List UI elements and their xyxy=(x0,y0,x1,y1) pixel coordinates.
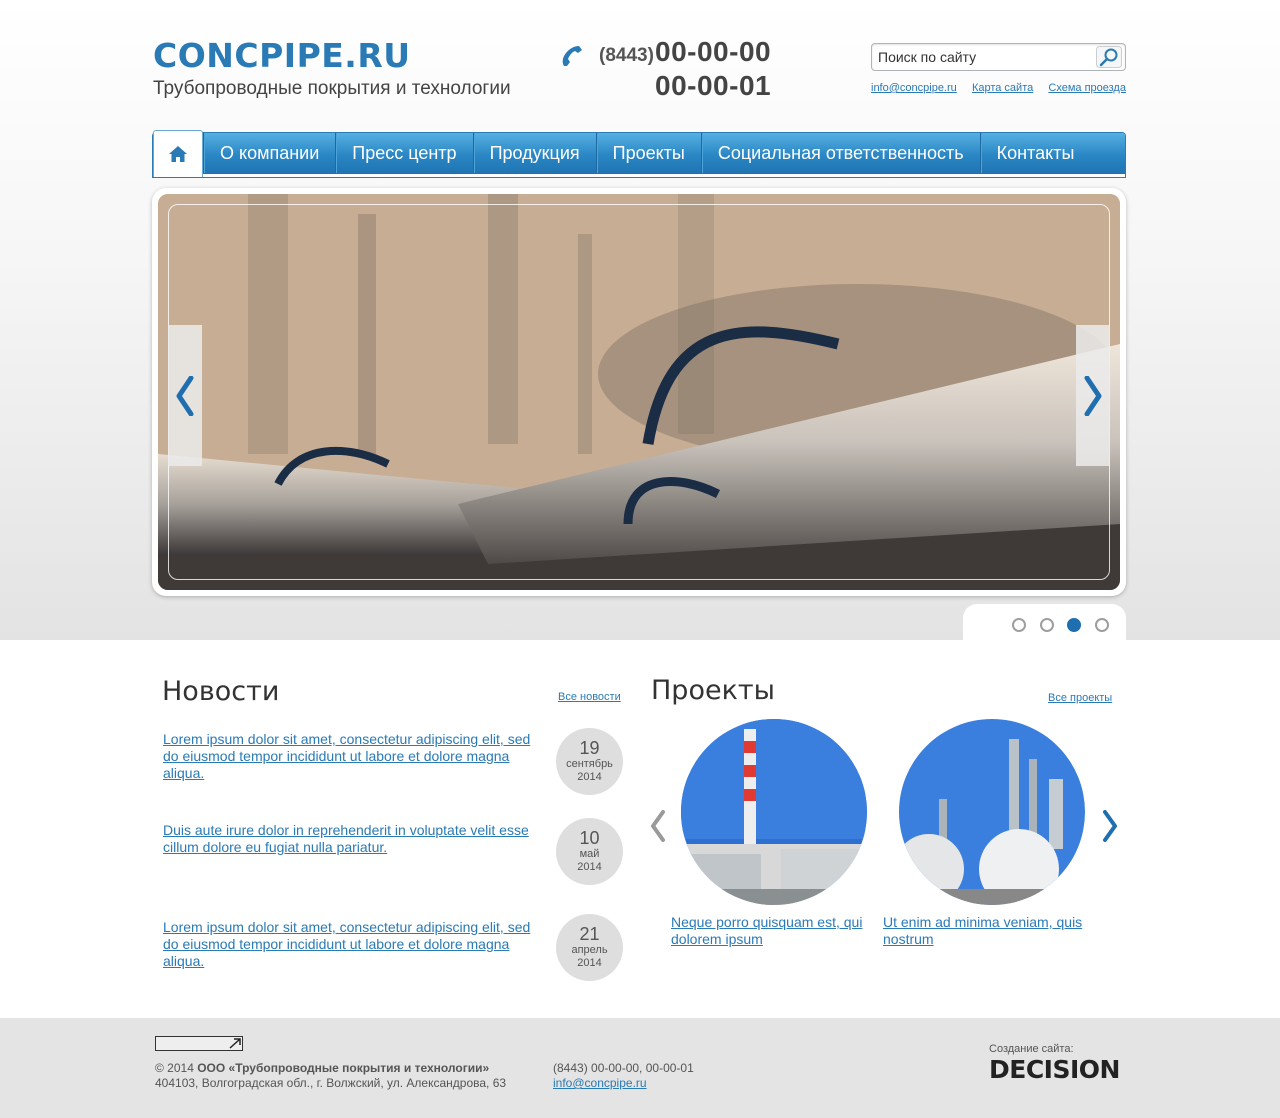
slider-dot-4[interactable] xyxy=(1095,618,1109,632)
search-button[interactable] xyxy=(1096,46,1122,68)
phone-icon xyxy=(562,46,582,66)
home-icon xyxy=(169,146,187,162)
slider-prev-button[interactable] xyxy=(168,325,202,466)
developer-logo[interactable]: DECISION xyxy=(989,1055,1120,1084)
search-icon xyxy=(1096,46,1122,68)
top-links: info@concpipe.ru Карта сайта Схема проез… xyxy=(871,82,1126,94)
chevron-left-icon xyxy=(176,375,194,416)
news-month: апрель xyxy=(571,944,608,956)
footer-email-link[interactable]: info@concpipe.ru xyxy=(553,1076,647,1090)
slide-image xyxy=(158,194,1120,590)
site-logo[interactable]: CONCPIPE.RU xyxy=(153,36,411,75)
phone-code: (8443) xyxy=(599,45,654,66)
nav-item-press[interactable]: Пресс центр xyxy=(335,133,472,173)
email-link[interactable]: info@concpipe.ru xyxy=(871,82,957,94)
slider-dot-1[interactable] xyxy=(1012,618,1026,632)
credit-label: Создание сайта: xyxy=(989,1043,1074,1055)
project-1-link[interactable]: Neque porro quisquam est, qui dolorem ip… xyxy=(671,914,871,948)
footer-copyright: © 2014 ООО «Трубопроводные покрытия и те… xyxy=(155,1061,489,1075)
main-nav: О компании Пресс центр Продукция Проекты… xyxy=(153,130,1125,177)
news-month: май xyxy=(579,848,600,860)
news-year: 2014 xyxy=(577,771,602,783)
slider-next-button[interactable] xyxy=(1076,325,1110,466)
project-2-link[interactable]: Ut enim ad minima veniam, quis nostrum xyxy=(883,914,1093,948)
project-2-photo xyxy=(899,719,1085,905)
search-box xyxy=(871,43,1126,71)
chevron-right-icon xyxy=(1084,375,1102,416)
nav-item-about[interactable]: О компании xyxy=(203,133,335,173)
slider-dot-2[interactable] xyxy=(1040,618,1054,632)
search-input[interactable] xyxy=(878,48,1088,66)
project-1-photo xyxy=(681,719,867,905)
nav-item-projects[interactable]: Проекты xyxy=(595,133,701,173)
news-day: 19 xyxy=(579,738,600,758)
site-tagline: Трубопроводные покрытия и технологии xyxy=(153,78,511,99)
slider-pagination xyxy=(963,604,1126,640)
arrow-icon xyxy=(229,1038,241,1049)
phone-number-2: 00-00-01 xyxy=(655,70,772,101)
footer-address: 404103, Волгоградская обл., г. Волжский,… xyxy=(155,1076,507,1090)
news-item-3-link[interactable]: Lorem ipsum dolor sit amet, consectetur … xyxy=(163,919,543,970)
news-item-1-link[interactable]: Lorem ipsum dolor sit amet, consectetur … xyxy=(163,731,543,782)
news-title: Новости xyxy=(162,676,280,707)
news-day: 10 xyxy=(579,828,600,848)
slider-dot-3[interactable] xyxy=(1067,618,1081,632)
news-item-3-date: 21 апрель 2014 xyxy=(556,914,623,981)
nav-item-contacts[interactable]: Контакты xyxy=(979,133,1091,173)
visitor-counter[interactable] xyxy=(155,1036,243,1051)
projects-title: Проекты xyxy=(651,675,775,706)
nav-home[interactable] xyxy=(153,130,203,177)
nav-item-social[interactable]: Социальная ответственность xyxy=(700,133,980,173)
all-news-link[interactable]: Все новости xyxy=(558,691,621,703)
company-name: ООО «Трубопроводные покрытия и технологи… xyxy=(197,1061,490,1075)
projects-prev-button[interactable] xyxy=(649,810,667,842)
slide-frame xyxy=(168,204,1110,580)
news-item-2-date: 10 май 2014 xyxy=(556,818,623,885)
news-item-2-link[interactable]: Duis aute irure dolor in reprehenderit i… xyxy=(163,822,543,856)
news-item-1-date: 19 сентябрь 2014 xyxy=(556,728,623,795)
news-year: 2014 xyxy=(577,861,602,873)
copyright-prefix: © 2014 xyxy=(155,1061,198,1075)
news-year: 2014 xyxy=(577,957,602,969)
project-2-image[interactable] xyxy=(899,719,1085,905)
phone-number-1: 00-00-00 xyxy=(655,36,772,67)
projects-next-button[interactable] xyxy=(1101,810,1119,842)
hero-slider xyxy=(152,188,1126,596)
directions-link[interactable]: Схема проезда xyxy=(1048,82,1126,94)
project-1-image[interactable] xyxy=(681,719,867,905)
news-month: сентябрь xyxy=(566,758,613,770)
news-day: 21 xyxy=(579,924,600,944)
sitemap-link[interactable]: Карта сайта xyxy=(972,82,1033,94)
all-projects-link[interactable]: Все проекты xyxy=(1048,692,1112,704)
footer-phones: (8443) 00-00-00, 00-00-01 xyxy=(553,1061,694,1075)
nav-item-products[interactable]: Продукция xyxy=(472,133,596,173)
